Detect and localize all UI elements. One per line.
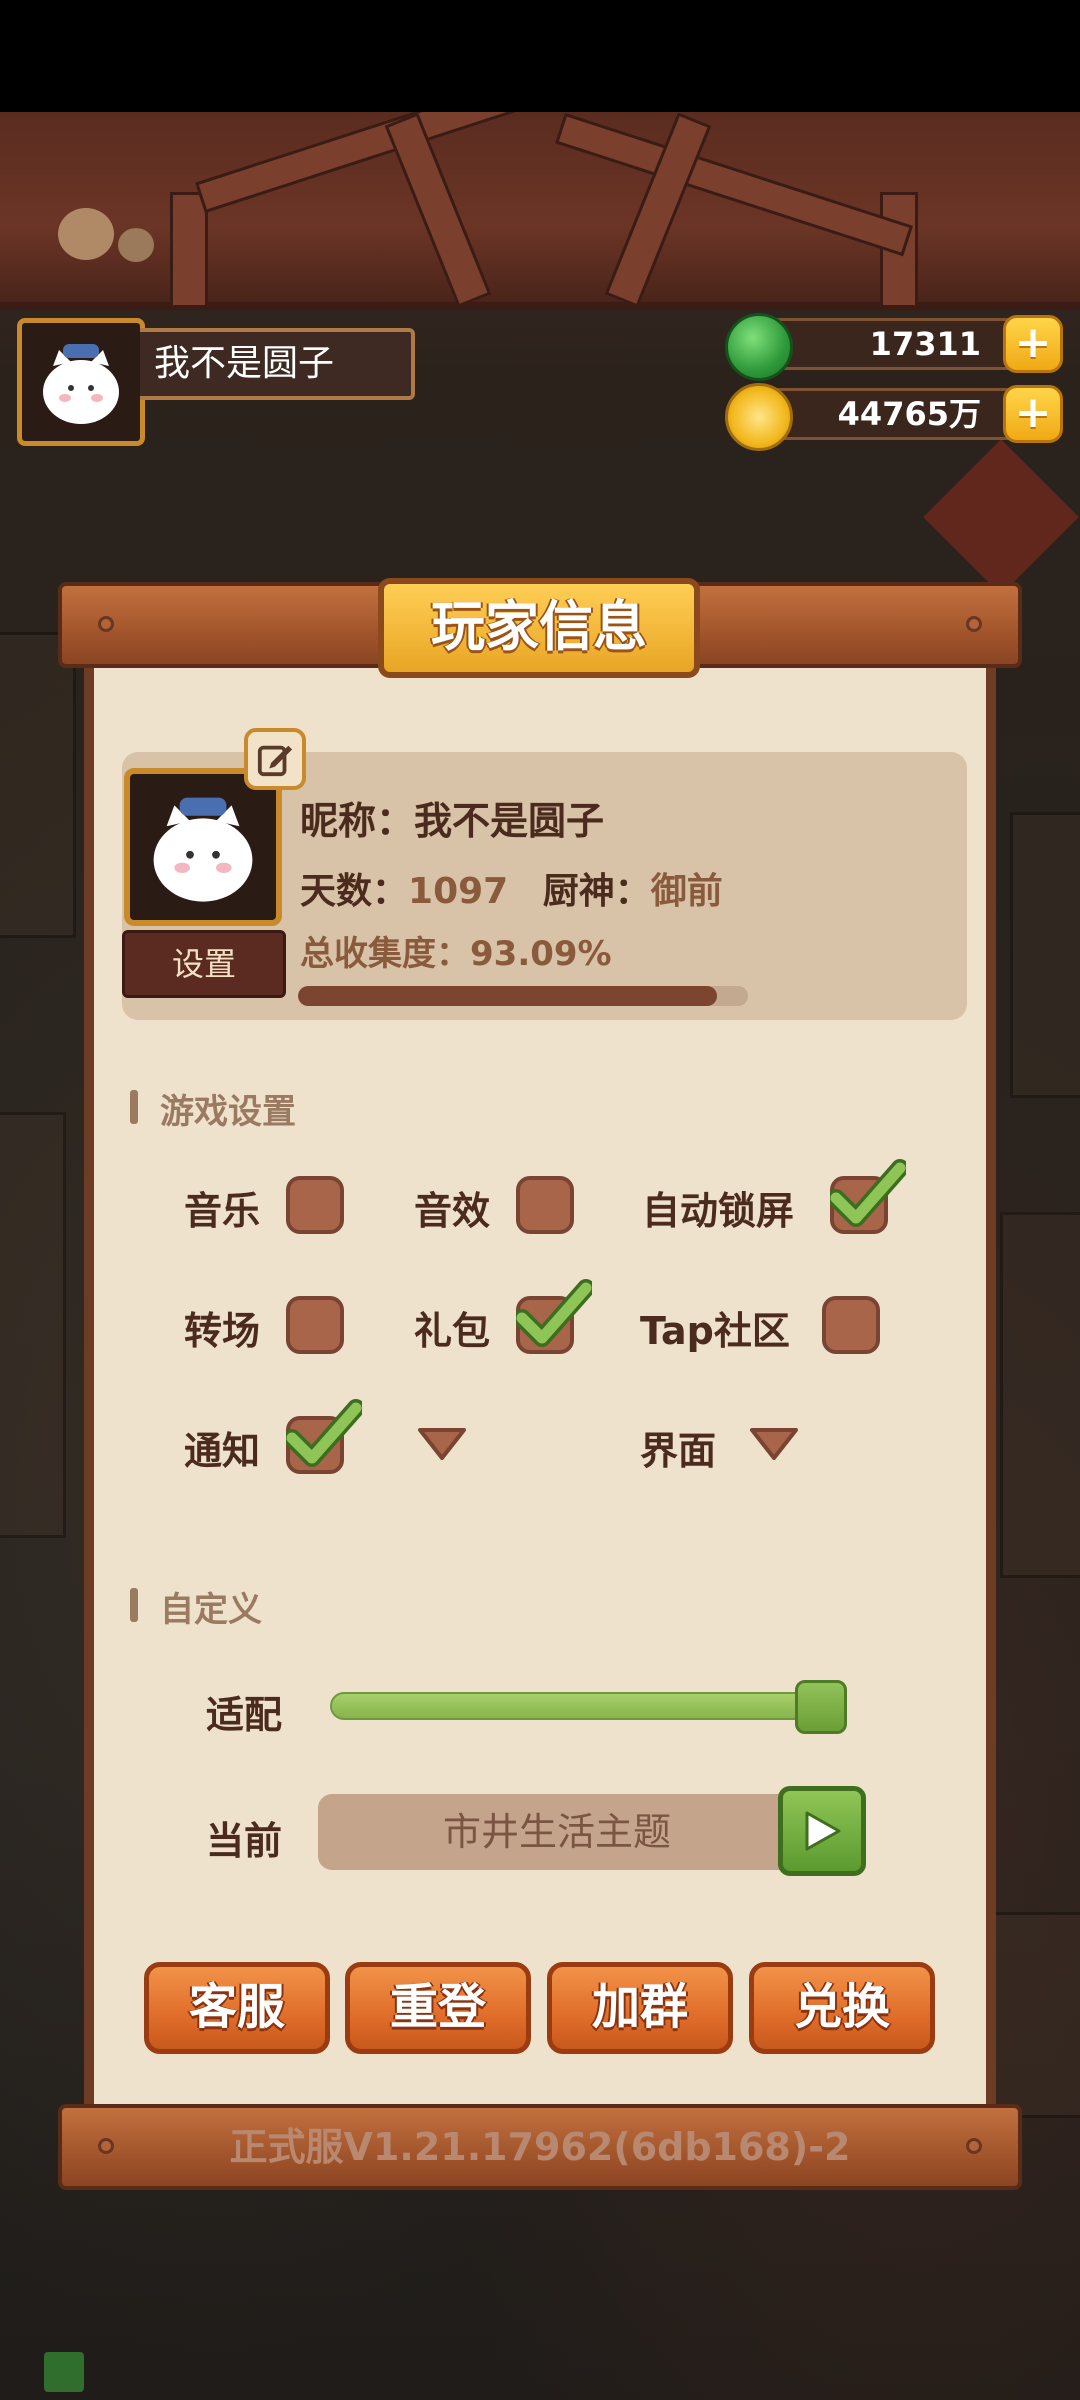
version-label: 正式服V1.21.17962(6db168)-2 [229, 2125, 851, 2169]
nickname-label: 昵称： [300, 799, 415, 843]
cat-avatar-icon [43, 344, 119, 424]
corner-indicator [44, 2352, 84, 2392]
gift-pack-label: 礼包 [414, 1309, 491, 1353]
join-group-button[interactable]: 加群 [547, 1962, 733, 2054]
add-jade-button[interactable]: + [1003, 315, 1063, 373]
player-avatar[interactable] [17, 318, 145, 446]
coin-icon [725, 383, 793, 451]
add-coins-button[interactable]: + [1003, 385, 1063, 443]
collection-progress-fill [298, 986, 717, 1006]
days-value: 1097 [408, 871, 509, 912]
adapt-label: 适配 [206, 1693, 283, 1737]
custom-section-title: 自定义 [130, 1582, 262, 1631]
current-theme-field: 市井生活主题 [318, 1794, 796, 1870]
interface-label: 界面 [640, 1429, 717, 1473]
collection-line: 总收集度：93.09% [300, 926, 612, 975]
play-icon [805, 1811, 841, 1851]
interface-dropdown-icon[interactable] [748, 1424, 800, 1464]
adapt-slider-track[interactable] [330, 1692, 835, 1720]
player-name-plate: 我不是圆子 [140, 328, 415, 400]
jade-icon [725, 313, 793, 381]
nickname-value: 我不是圆子 [414, 799, 605, 843]
theme-play-button[interactable] [778, 1786, 866, 1876]
music-label: 音乐 [184, 1189, 261, 1233]
dropdown-arrow-icon[interactable] [416, 1424, 468, 1464]
collection-value: 93.09% [470, 934, 612, 974]
game-settings-title: 游戏设置 [130, 1084, 296, 1133]
days-line: 天数：1097 厨神：御前 [300, 862, 723, 914]
notification-label: 通知 [184, 1429, 261, 1473]
cat-avatar-icon [153, 797, 253, 902]
checkmark-icon [830, 1159, 906, 1227]
notification-checkbox[interactable] [286, 1399, 362, 1474]
relogin-button[interactable]: 重登 [345, 1962, 531, 2054]
card-avatar [124, 768, 282, 926]
tap-community-label: Tap社区 [640, 1309, 790, 1353]
edit-icon [257, 745, 293, 777]
adapt-slider-thumb[interactable] [795, 1680, 847, 1734]
transition-label: 转场 [184, 1309, 261, 1353]
settings-button[interactable]: 设置 [122, 930, 286, 998]
roof-beams [0, 112, 1080, 310]
jade-currency-bar: 17311 + [725, 313, 1063, 381]
transition-checkbox[interactable] [286, 1296, 344, 1354]
jade-amount: 17311 [869, 325, 981, 363]
edit-profile-button[interactable] [244, 728, 306, 790]
music-checkbox[interactable] [286, 1176, 344, 1234]
checkmark-icon [516, 1279, 592, 1347]
auto-lock-checkbox[interactable] [830, 1159, 906, 1234]
tap-community-checkbox[interactable] [822, 1296, 880, 1354]
days-label: 天数： [300, 871, 409, 912]
chef-rank-value: 御前 [650, 871, 723, 912]
collection-progress-bar [298, 986, 748, 1006]
sound-effects-label: 音效 [414, 1189, 491, 1233]
collection-label: 总收集度： [300, 934, 470, 974]
current-theme-label: 当前 [206, 1819, 283, 1863]
auto-lock-label: 自动锁屏 [642, 1189, 795, 1233]
coin-currency-bar: 44765万 + [725, 383, 1063, 451]
chef-label: 厨神： [542, 871, 651, 912]
nickname-line: 昵称：我不是圆子 [300, 790, 604, 845]
panel-title: 玩家信息 [378, 578, 700, 678]
gift-pack-checkbox[interactable] [516, 1279, 592, 1354]
sound-effects-checkbox[interactable] [516, 1176, 574, 1234]
coin-amount: 44765万 [837, 395, 981, 433]
redeem-button[interactable]: 兑换 [749, 1962, 935, 2054]
checkmark-icon [286, 1399, 362, 1467]
customer-service-button[interactable]: 客服 [144, 1962, 330, 2054]
